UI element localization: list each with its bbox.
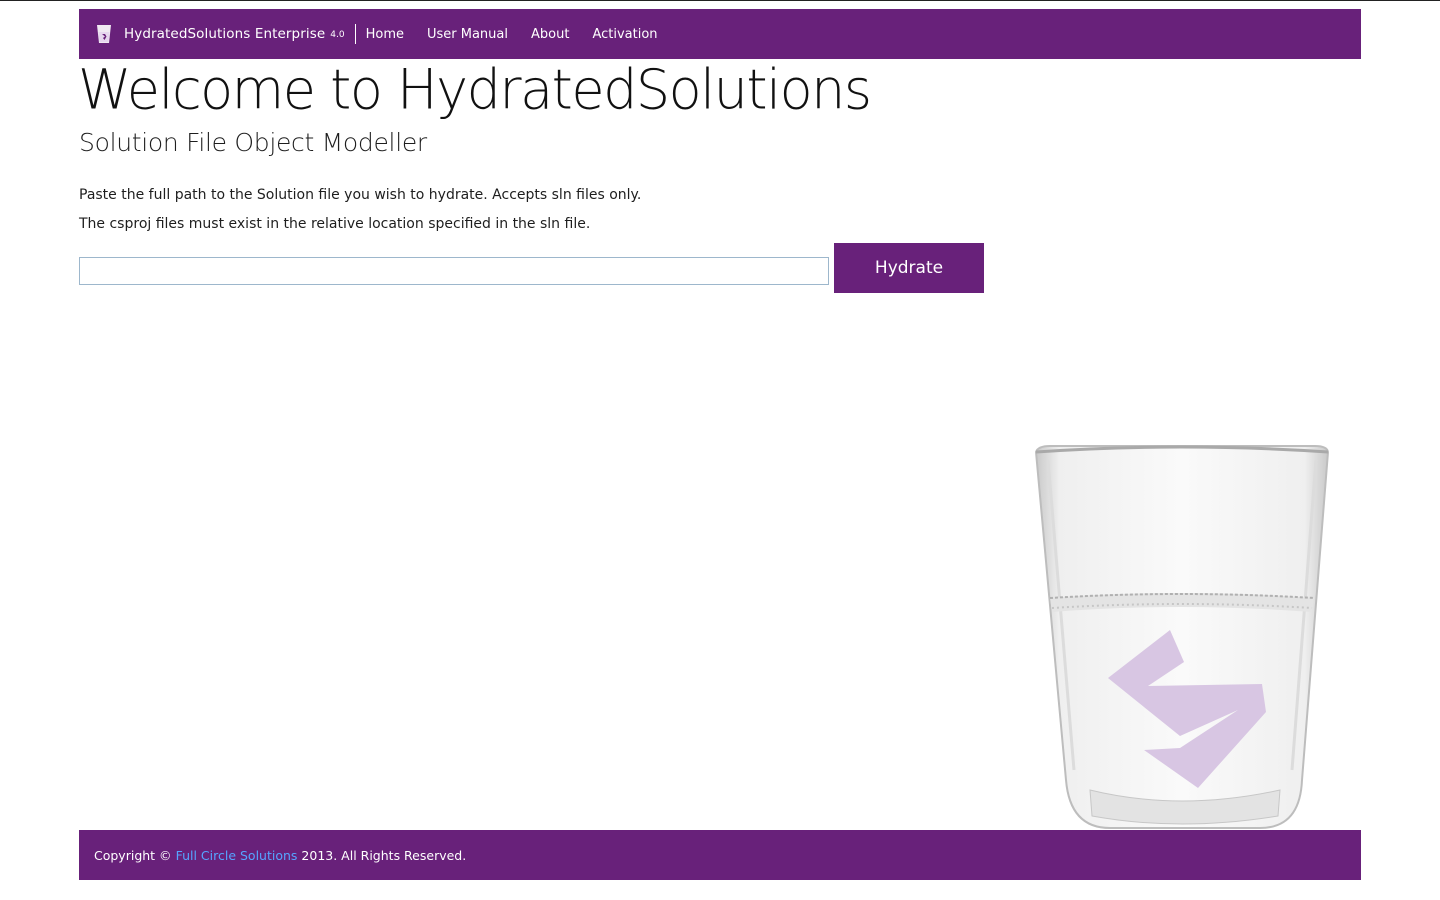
nav-about[interactable]: About [531, 27, 569, 42]
nav-user-manual[interactable]: User Manual [427, 27, 508, 42]
nav-home[interactable]: Home [366, 27, 404, 42]
top-navbar: HydratedSolutions Enterprise 4.0 Home Us… [79, 9, 1361, 59]
footer: Copyright © Full Circle Solutions 2013. … [79, 830, 1361, 880]
page-subtitle: Solution File Object Modeller [79, 128, 427, 157]
page-title: Welcome to HydratedSolutions [78, 57, 872, 122]
nav-activation[interactable]: Activation [592, 27, 657, 42]
brand-name: HydratedSolutions Enterprise [124, 26, 326, 42]
hydrate-button[interactable]: Hydrate [834, 243, 984, 293]
solution-path-input[interactable] [79, 257, 829, 285]
brand-version: 4.0 [330, 30, 345, 40]
footer-copyright-prefix: Copyright © [94, 847, 172, 863]
footer-company-link[interactable]: Full Circle Solutions [176, 848, 298, 863]
footer-copyright-suffix: 2013. All Rights Reserved. [301, 847, 467, 863]
glass-logo-icon [97, 25, 111, 43]
brand[interactable]: HydratedSolutions Enterprise 4.0 [79, 24, 356, 44]
water-glass-image [1034, 445, 1330, 829]
instruction-csproj: The csproj files must exist in the relat… [79, 216, 591, 232]
window-top-border [0, 0, 1440, 1]
instruction-sln: Paste the full path to the Solution file… [79, 187, 642, 203]
